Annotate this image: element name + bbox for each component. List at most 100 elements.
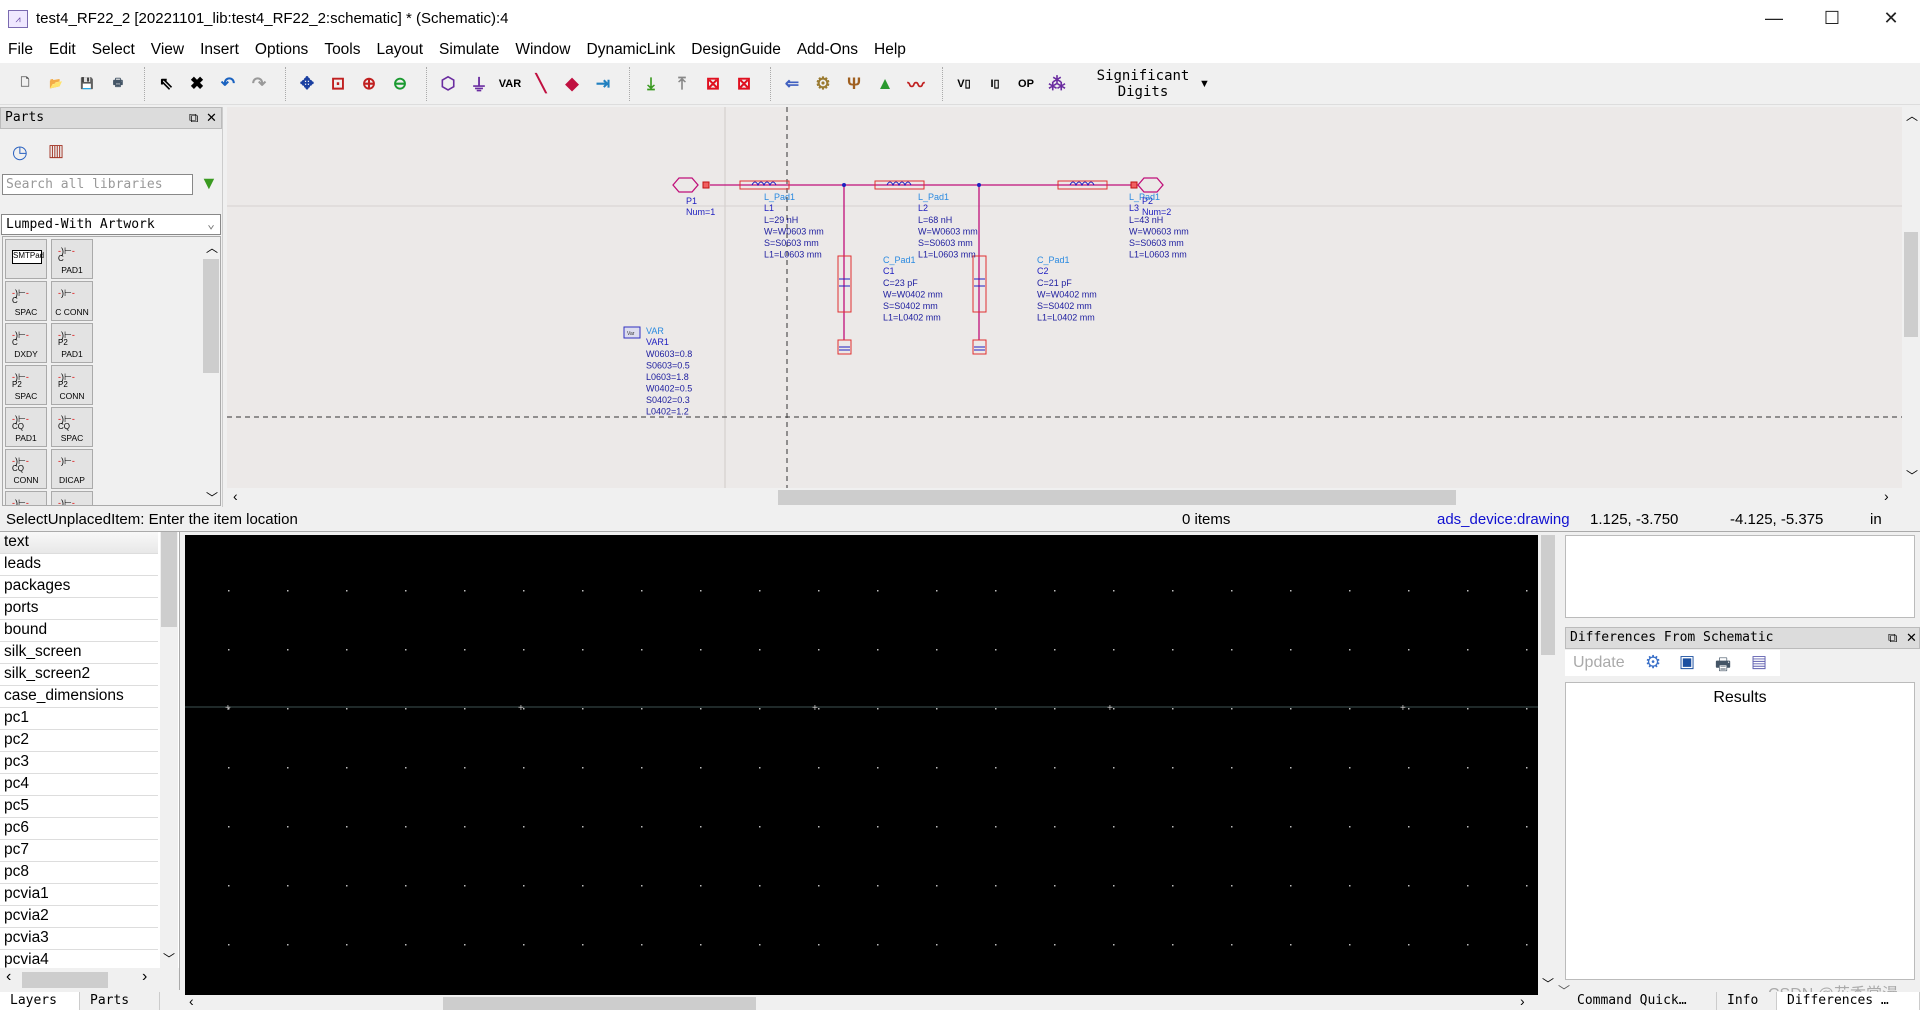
palette-scrollbar[interactable]: ︿ ﹀ [201, 237, 220, 505]
scroll-right-icon[interactable]: › [142, 968, 147, 986]
select-pointer-icon[interactable]: ⇖ [153, 70, 179, 98]
filter-icon[interactable]: ▼ [200, 173, 218, 194]
optimize-icon[interactable]: ▲ [872, 70, 898, 98]
schematic-canvas[interactable]: Var P1 Num=1 P2 Num=2 L_Pad1 L1 L=29 nH W=W… [227, 107, 1902, 488]
minimize-button[interactable]: — [1745, 0, 1803, 37]
layer-row[interactable]: pc3 [0, 752, 158, 774]
layer-row[interactable]: text [0, 532, 158, 554]
float-panel-icon[interactable]: ⧉ [189, 108, 198, 128]
scrollbar-thumb[interactable] [1541, 535, 1555, 655]
ground-icon[interactable]: ⏚ [466, 70, 492, 98]
layout-horizontal-scrollbar[interactable]: ‹ › [185, 993, 1538, 1010]
part-palette-item[interactable]: -)⊢- CQ CONN [5, 449, 47, 489]
settings-gear-icon[interactable]: ⚙ [1645, 652, 1661, 673]
library-books-icon[interactable]: ▥ [48, 141, 64, 161]
layer-row[interactable]: pc1 [0, 708, 158, 730]
layer-row[interactable]: leads [0, 554, 158, 576]
part-palette-item[interactable]: -)⊢- P2 PAD1 [51, 323, 93, 363]
layer-row[interactable]: pc4 [0, 774, 158, 796]
layer-row[interactable]: pc5 [0, 796, 158, 818]
layout-canvas[interactable]: + + + + + [185, 535, 1538, 995]
part-palette-item[interactable]: SMTPad [5, 239, 47, 279]
data-display-icon[interactable]: 〰 [903, 70, 929, 98]
layer-row[interactable]: bound [0, 620, 158, 642]
layer-row[interactable]: pc8 [0, 862, 158, 884]
layer-row[interactable]: case_dimensions [0, 686, 158, 708]
scroll-down-icon[interactable]: ﹀ [1542, 975, 1554, 992]
part-palette-item[interactable]: -)⊢- P2 CONN [51, 365, 93, 405]
menu-add-ons[interactable]: Add-Ons [797, 41, 858, 59]
layout-vertical-scrollbar[interactable]: ﹀ [1540, 535, 1556, 995]
scrollbar-thumb[interactable] [1904, 232, 1918, 337]
layers-vertical-scrollbar[interactable]: ﹀ [160, 532, 178, 968]
part-palette-item[interactable]: -)⊢- C SPAC [5, 281, 47, 321]
dc-annotate-icon[interactable]: ⁂ [1044, 70, 1070, 98]
scroll-left-icon[interactable]: ‹ [233, 488, 238, 504]
simulation-setup-icon[interactable]: ⇐ [779, 70, 805, 98]
zoom-area-icon[interactable]: ⊡ [325, 70, 351, 98]
layer-row[interactable]: pc2 [0, 730, 158, 752]
part-palette-item[interactable]: -)⊢- [51, 491, 93, 505]
parts-search-input[interactable]: Search all libraries [2, 174, 193, 195]
significant-digits-dropdown[interactable]: Significant Digits [1093, 68, 1193, 100]
menu-window[interactable]: Window [515, 41, 570, 59]
layer-row[interactable]: pc6 [0, 818, 158, 840]
menu-simulate[interactable]: Simulate [439, 41, 499, 59]
short-icon[interactable]: ⊠ [731, 70, 757, 98]
layer-row[interactable]: pcvia1 [0, 884, 158, 906]
voltage-annotate-icon[interactable]: V▯ [951, 70, 977, 98]
layer-row[interactable]: pcvia2 [0, 906, 158, 928]
scroll-down-icon[interactable]: ﹀ [1906, 467, 1918, 484]
layer-row[interactable]: ports [0, 598, 158, 620]
menu-insert[interactable]: Insert [200, 41, 239, 59]
layer-row[interactable]: pcvia3 [0, 928, 158, 950]
save-icon[interactable]: 💾 [74, 70, 100, 98]
pan-icon[interactable]: ✥ [294, 70, 320, 98]
print-icon[interactable]: 🖶 [105, 70, 131, 98]
maximize-button[interactable]: ☐ [1803, 0, 1861, 37]
chevron-down-icon[interactable]: ▼ [1199, 78, 1210, 90]
part-palette-item[interactable]: -)⊢- CQ PAD1 [5, 407, 47, 447]
scroll-left-icon[interactable]: ‹ [6, 968, 11, 986]
tab-command-quick[interactable]: Command Quick… [1567, 992, 1717, 1010]
wire-icon[interactable]: ╲ [528, 70, 554, 98]
layers-horizontal-scrollbar[interactable]: ‹ › [0, 968, 180, 990]
tab-layers[interactable]: Layers [0, 992, 80, 1010]
open-icon[interactable]: 📂 [43, 70, 69, 98]
menu-dynamiclink[interactable]: DynamicLink [587, 41, 676, 59]
history-clock-icon[interactable]: ◷ [12, 142, 28, 163]
scroll-right-icon[interactable]: › [1520, 993, 1525, 1009]
layer-row[interactable]: silk_screen [0, 642, 158, 664]
tab-info[interactable]: Info [1717, 992, 1777, 1010]
layer-row[interactable]: pc7 [0, 840, 158, 862]
tab-differences[interactable]: Differences … [1777, 992, 1920, 1010]
delete-icon[interactable]: ✖ [184, 70, 210, 98]
scroll-up-icon[interactable]: ︿ [1906, 107, 1918, 124]
part-palette-item[interactable]: -)⊢- P2 SPAC [5, 365, 47, 405]
menu-layout[interactable]: Layout [377, 41, 424, 59]
part-palette-item[interactable]: -)⊢- DICAP [51, 449, 93, 489]
scroll-down-icon[interactable]: ﹀ [163, 950, 175, 967]
update-icon[interactable]: ⤒ [669, 70, 695, 98]
scrollbar-thumb[interactable] [778, 490, 1456, 505]
close-button[interactable]: ✕ [1862, 0, 1920, 37]
layer-row[interactable]: silk_screen2 [0, 664, 158, 686]
scroll-down-icon[interactable]: ﹀ [206, 489, 218, 505]
generate-layout-icon[interactable]: ⤓ [638, 70, 664, 98]
var-icon[interactable]: VAR [497, 70, 523, 98]
current-annotate-icon[interactable]: I▯ [982, 70, 1008, 98]
close-panel-icon[interactable]: ✕ [206, 108, 217, 128]
undo-icon[interactable]: ↶ [215, 70, 241, 98]
redo-icon[interactable]: ↷ [246, 70, 272, 98]
zoom-out-icon[interactable]: ⊖ [387, 70, 413, 98]
menu-file[interactable]: File [8, 41, 33, 59]
port-icon[interactable]: ⬡ [435, 70, 461, 98]
part-palette-item[interactable]: -)⊢- [5, 491, 47, 505]
part-palette-item[interactable]: -)⊢- C CONN [51, 281, 93, 321]
scroll-left-icon[interactable]: ‹ [189, 993, 194, 1009]
deactivate-icon[interactable]: ⊠ [700, 70, 726, 98]
part-palette-item[interactable]: -)⊢- C PAD1 [51, 239, 93, 279]
scroll-up-icon[interactable]: ︿ [206, 239, 218, 256]
print-icon[interactable]: 🖶 [1715, 652, 1731, 681]
close-panel-icon[interactable]: ✕ [1906, 628, 1917, 648]
